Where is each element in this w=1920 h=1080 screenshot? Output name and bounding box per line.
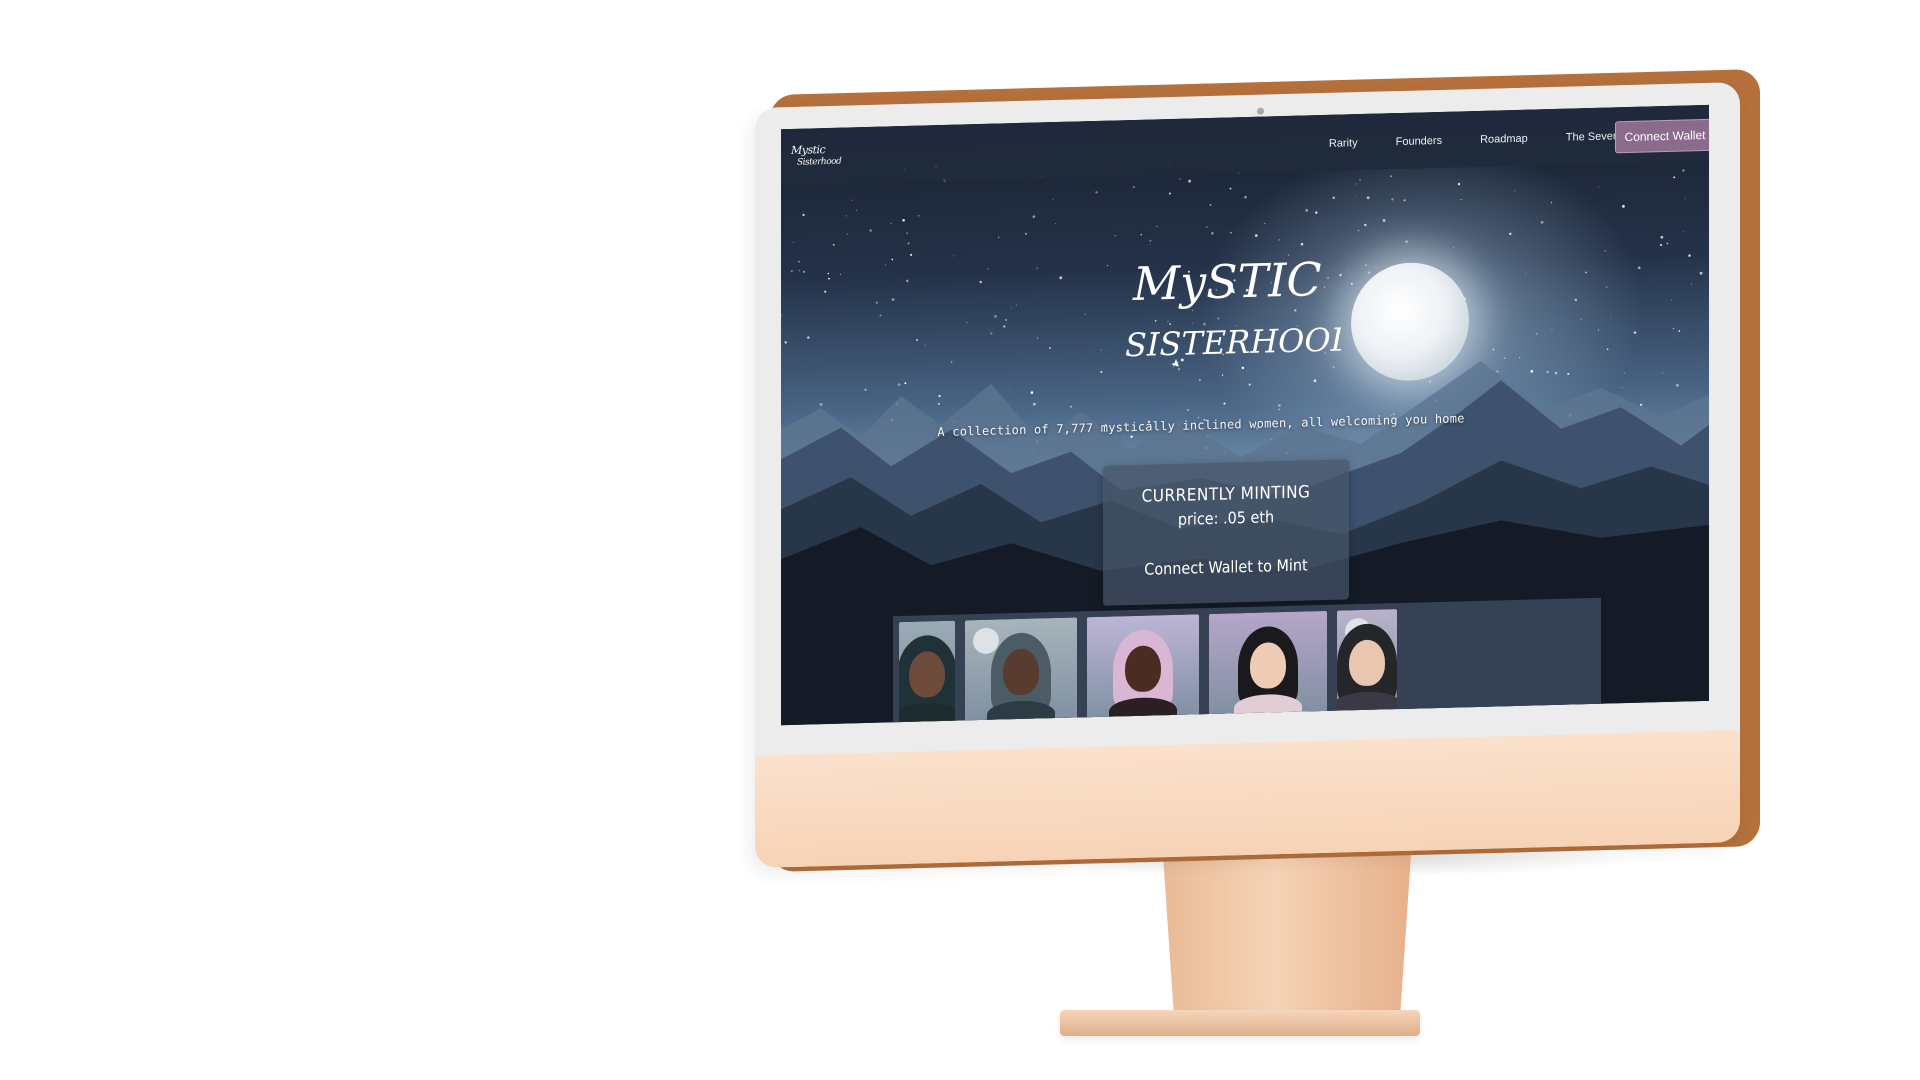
portrait-shoulders [1109, 696, 1177, 725]
monitor-frame: Mystic Sisterhood Rarity Founders Roadma… [755, 82, 1740, 868]
nft-portrait-card[interactable] [1337, 609, 1397, 719]
hero-logo-line1: MySTIC [1132, 252, 1322, 311]
portrait-face [1349, 639, 1385, 687]
hero-logo-line2: SISTERHOOD [1125, 320, 1341, 364]
connect-wallet-button[interactable]: Connect Wallet [1615, 118, 1709, 154]
nft-portrait-card[interactable] [1209, 610, 1327, 723]
nav-link-founders[interactable]: Founders [1396, 135, 1442, 148]
mint-status: CURRENTLY MINTING [1141, 482, 1311, 507]
nft-gallery-strip [893, 597, 1601, 726]
website-screen: Mystic Sisterhood Rarity Founders Roadma… [781, 104, 1709, 726]
mint-panel: CURRENTLY MINTING price: .05 eth Connect… [1103, 459, 1349, 606]
nft-portrait-card[interactable] [965, 617, 1077, 726]
mint-price: price: .05 eth [1177, 507, 1275, 529]
nft-portrait-card[interactable] [899, 620, 955, 726]
portrait-face [1250, 641, 1286, 689]
portrait-shoulders [1337, 690, 1397, 719]
imac-mockup: Mystic Sisterhood Rarity Founders Roadma… [0, 0, 1920, 1080]
portrait-face [909, 650, 945, 698]
nav-links: Rarity Founders Roadmap The Seven [1329, 130, 1619, 150]
nav-link-roadmap[interactable]: Roadmap [1480, 133, 1528, 146]
site-logo[interactable]: Mystic Sisterhood [791, 143, 842, 175]
portrait-face [1003, 648, 1039, 696]
monitor-stand-neck [1162, 840, 1412, 1025]
portrait-shoulders [899, 702, 955, 726]
connect-wallet-to-mint-button[interactable]: Connect Wallet to Mint [1144, 555, 1307, 578]
site-logo-line2: Sisterhood [797, 156, 842, 168]
nav-link-the-seven[interactable]: The Seven [1566, 130, 1619, 143]
monitor-stand-base [1060, 1010, 1420, 1036]
portrait-shoulders [1234, 693, 1302, 722]
portrait-face [1125, 645, 1161, 693]
webcam-icon [1257, 107, 1264, 115]
nft-portrait-card[interactable] [1087, 614, 1199, 726]
hero-brand-logo: MySTIC SISTERHOOD [1125, 252, 1341, 367]
nav-link-rarity[interactable]: Rarity [1329, 137, 1358, 150]
